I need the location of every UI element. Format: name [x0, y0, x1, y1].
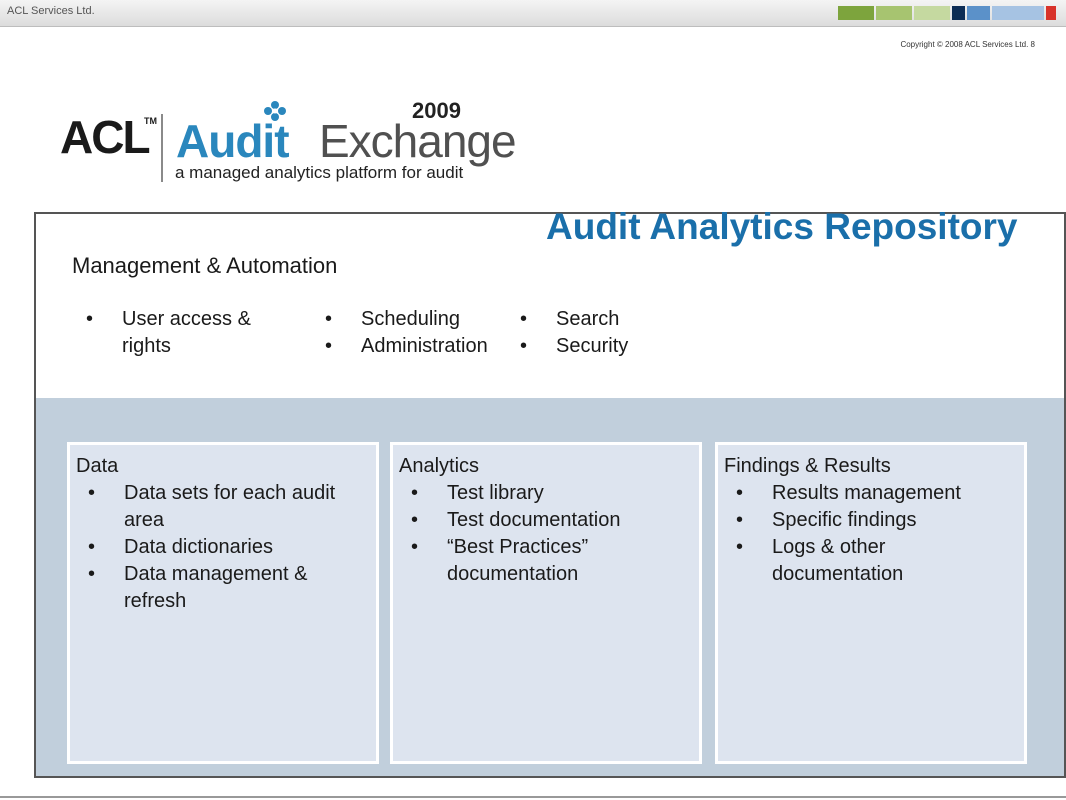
color-swatch-strip: [838, 6, 1058, 20]
list-item-label: Data sets for each audit area: [124, 482, 336, 531]
list-item-label: User access & rights: [122, 308, 251, 357]
bullet: •: [88, 536, 96, 558]
findings-box-list: • Results management • Specific findings…: [736, 480, 1018, 588]
list-item-label: Specific findings: [772, 509, 917, 531]
logo-brand: ACL: [60, 111, 151, 163]
logo-tagline: a managed analytics platform for audit: [175, 163, 464, 182]
bullet: •: [86, 308, 94, 330]
list-item: • Security: [520, 333, 700, 360]
data-box-list: • Data sets for each audit area • Data d…: [88, 480, 370, 615]
list-item: • User access & rights: [86, 306, 276, 360]
list-item-label: Test library: [447, 482, 544, 504]
management-column-1: • User access & rights: [86, 306, 276, 360]
list-item-label: Administration: [361, 335, 488, 357]
bullet: •: [88, 563, 96, 585]
analytics-box-list: • Test library • Test documentation • “B…: [411, 480, 693, 588]
list-item: • Specific findings: [736, 507, 1018, 534]
repository-title: Audit Analytics Repository: [546, 206, 1018, 247]
bullet: •: [520, 335, 528, 357]
list-item-label: Logs & other documentation: [772, 536, 904, 585]
bullet: •: [736, 536, 744, 558]
list-item: • Logs & other documentation: [736, 534, 1018, 588]
swatch-red: [1046, 6, 1056, 20]
list-item: • Scheduling: [325, 306, 505, 333]
bullet: •: [411, 536, 419, 558]
bullet: •: [736, 482, 744, 504]
list-item: • Test library: [411, 480, 693, 507]
findings-box-title: Findings & Results: [724, 455, 891, 477]
logo-product-audit: Audit: [176, 115, 290, 167]
analytics-box: Analytics • Test library • Test document…: [390, 442, 702, 764]
list-item-label: Results management: [772, 482, 961, 504]
bullet: •: [520, 308, 528, 330]
swatch-blue: [967, 6, 990, 20]
bullet: •: [88, 482, 96, 504]
slide-header-bar: ACL Services Ltd.: [0, 0, 1066, 27]
swatch-navy: [952, 6, 965, 20]
management-column-3: • Search • Security: [520, 306, 700, 360]
company-name: ACL Services Ltd.: [7, 5, 95, 17]
swatch-light-blue: [992, 6, 1044, 20]
list-item: • Administration: [325, 333, 505, 360]
list-item: • Test documentation: [411, 507, 693, 534]
swatch-pale-green: [914, 6, 950, 20]
bullet: •: [411, 482, 419, 504]
list-item: • “Best Practices” documentation: [411, 534, 693, 588]
data-box-title: Data: [76, 455, 119, 477]
copyright-notice: Copyright © 2008 ACL Services Ltd. 8: [900, 40, 1035, 49]
list-item: • Results management: [736, 480, 1018, 507]
list-item-label: Search: [556, 308, 620, 330]
bullet: •: [325, 308, 333, 330]
list-item: • Data management & refresh: [88, 561, 370, 615]
findings-results-box: Findings & Results • Results management …: [715, 442, 1027, 764]
bullet: •: [411, 509, 419, 531]
swatch-green: [838, 6, 874, 20]
analytics-box-title: Analytics: [399, 455, 480, 477]
list-item: • Data dictionaries: [88, 534, 370, 561]
list-item-label: Scheduling: [361, 308, 460, 330]
bullet: •: [325, 335, 333, 357]
list-item-label: “Best Practices” documentation: [447, 536, 589, 585]
logo-divider: [161, 114, 163, 182]
list-item-label: Data dictionaries: [124, 536, 273, 558]
list-item-label: Test documentation: [447, 509, 621, 531]
list-item-label: Data management & refresh: [124, 563, 308, 612]
list-item-label: Security: [556, 335, 629, 357]
repository-panel: Audit Analytics Repository Management & …: [34, 206, 1066, 778]
logo-trademark: TM: [144, 116, 157, 126]
management-column-2: • Scheduling • Administration: [325, 306, 505, 360]
data-box: Data • Data sets for each audit area • D…: [67, 442, 379, 764]
bottom-rule: [0, 796, 1066, 798]
bullet: •: [736, 509, 744, 531]
list-item: • Search: [520, 306, 700, 333]
management-title: Management & Automation: [72, 253, 338, 278]
swatch-light-green: [876, 6, 912, 20]
logo-year: 2009: [412, 98, 461, 123]
acl-audit-exchange-logo: ACL TM Audit Exchange 2009 a managed ana…: [58, 98, 517, 190]
list-item: • Data sets for each audit area: [88, 480, 370, 534]
